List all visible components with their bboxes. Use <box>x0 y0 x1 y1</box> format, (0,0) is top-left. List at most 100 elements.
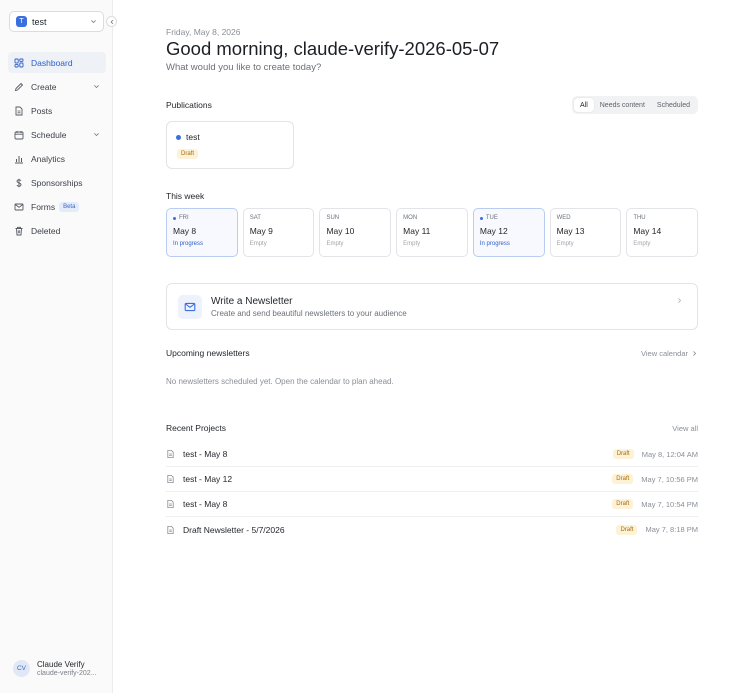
write-newsletter-card[interactable]: Write a Newsletter Create and send beaut… <box>166 283 698 330</box>
bar-chart-icon <box>15 155 23 163</box>
project-name: test - May 12 <box>183 474 233 484</box>
project-name: Draft Newsletter - 5/7/2026 <box>183 524 285 535</box>
recent-projects-title: Recent Projects <box>166 423 226 433</box>
sidebar-item-schedule[interactable]: Schedule <box>8 124 106 145</box>
publication-card[interactable]: test Draft <box>166 121 294 169</box>
day-card[interactable]: SAT May 9 Empty <box>242 208 315 257</box>
view-calendar-link[interactable]: View calendar <box>641 349 698 358</box>
day-card[interactable]: SUN May 10 Empty <box>319 208 392 257</box>
chevron-down-icon <box>94 85 99 89</box>
sidebar-item-dashboard[interactable]: Dashboard <box>8 52 106 73</box>
day-name-row: FRI <box>173 215 231 221</box>
project-timestamp: May 7, 10:54 PM <box>641 499 698 509</box>
day-status: Empty <box>403 241 421 247</box>
chevron-right-icon <box>693 351 697 356</box>
project-name: test - May 8 <box>183 499 228 509</box>
sidebar-item-label: Schedule <box>31 129 67 140</box>
view-all-link[interactable]: View all <box>672 424 698 433</box>
day-card[interactable]: TUE May 12 In progress <box>472 208 545 257</box>
day-status: Empty <box>249 241 267 247</box>
collapse-sidebar-button[interactable] <box>106 16 117 27</box>
day-card[interactable]: WED May 13 Empty <box>549 208 622 257</box>
sidebar-nav: Dashboard Create Posts Schedule Analytic… <box>8 52 106 244</box>
upcoming-title: Upcoming newsletters <box>166 348 250 358</box>
day-name: FRI <box>179 215 189 221</box>
day-date: May 8 <box>173 226 197 236</box>
day-name: MON <box>403 215 418 221</box>
status-badge: Draft <box>177 149 199 159</box>
write-title: Write a Newsletter <box>211 296 293 307</box>
user-email: claude-verify-202... <box>37 670 97 677</box>
filter-needs-content[interactable]: Needs content <box>594 98 651 112</box>
week-strip: FRI May 8 In progress SAT May 9 Empty SU… <box>166 208 699 257</box>
day-date: May 12 <box>479 226 508 236</box>
recent-projects-list: test - May 8 Draft May 8, 12:04 AM test … <box>166 442 698 542</box>
project-timestamp: May 7, 8:18 PM <box>645 525 698 534</box>
table-row[interactable]: test - May 12 Draft May 7, 10:56 PM <box>166 467 698 492</box>
day-date: May 11 <box>403 226 431 236</box>
current-date: Friday, May 8, 2026 <box>166 27 241 37</box>
day-date: May 10 <box>326 226 355 236</box>
page-subtitle: What would you like to create today? <box>166 62 322 73</box>
sidebar-item-posts[interactable]: Posts <box>8 100 106 121</box>
project-name: test - May 8 <box>183 449 228 459</box>
sidebar-item-label: Dashboard <box>31 57 73 68</box>
day-name-row: TUE <box>479 215 538 221</box>
day-status: Empty <box>633 241 651 247</box>
sidebar-item-analytics[interactable]: Analytics <box>8 148 106 169</box>
sidebar-item-label: Create <box>31 81 57 92</box>
avatar: CV <box>13 660 30 677</box>
day-card[interactable]: FRI May 8 In progress <box>166 208 238 257</box>
this-week-title: This week <box>166 191 205 201</box>
sidebar-item-label: Sponsorships <box>31 177 83 188</box>
publications-title: Publications <box>166 100 212 110</box>
table-row[interactable]: test - May 8 Draft May 8, 12:04 AM <box>166 442 698 467</box>
day-name: WED <box>556 215 571 221</box>
document-icon <box>15 106 23 115</box>
status-dot <box>176 135 181 140</box>
user-profile[interactable]: CV Claude Verify claude-verify-202... <box>13 660 97 677</box>
project-timestamp: May 7, 10:56 PM <box>641 474 698 484</box>
document-icon <box>167 474 174 484</box>
status-dot <box>479 216 483 220</box>
sidebar-item-deleted[interactable]: Deleted <box>8 220 106 241</box>
project-timestamp: May 8, 12:04 AM <box>641 449 698 459</box>
write-subtitle: Create and send beautiful newsletters to… <box>211 309 407 318</box>
filter-all[interactable]: All <box>573 98 594 112</box>
filter-scheduled[interactable]: Scheduled <box>651 98 696 112</box>
mail-icon <box>178 295 202 319</box>
day-card[interactable]: THU May 14 Empty <box>626 208 699 257</box>
sidebar-item-sponsorships[interactable]: Sponsorships <box>8 172 106 193</box>
chevron-left-icon <box>110 19 113 24</box>
sidebar-item-label: Posts <box>31 105 53 116</box>
day-date: May 14 <box>633 226 662 236</box>
view-calendar-label: View calendar <box>641 349 688 358</box>
day-card[interactable]: MON May 11 Empty <box>396 208 468 257</box>
day-date: May 9 <box>249 226 273 236</box>
day-name: SAT <box>249 215 261 221</box>
sidebar-item-forms[interactable]: Forms Beta <box>8 196 106 217</box>
status-badge: Draft <box>612 499 634 509</box>
status-badge: Draft <box>616 524 638 535</box>
beta-badge: Beta <box>59 201 80 212</box>
workspace-switcher[interactable]: T test <box>9 11 104 32</box>
day-name: THU <box>633 215 646 221</box>
sidebar-item-label: Analytics <box>31 153 66 164</box>
sidebar-item-create[interactable]: Create <box>8 76 106 97</box>
trash-icon <box>15 226 23 235</box>
pencil-icon <box>14 82 24 91</box>
document-icon <box>167 499 174 509</box>
chevron-down-icon <box>94 133 99 137</box>
status-badge: Draft <box>612 474 634 484</box>
table-row[interactable]: Draft Newsletter - 5/7/2026 Draft May 7,… <box>166 517 698 542</box>
document-icon <box>167 525 174 534</box>
table-row[interactable]: test - May 8 Draft May 7, 10:54 PM <box>166 492 698 517</box>
day-date: May 13 <box>556 226 585 236</box>
chevron-down-icon <box>91 20 96 24</box>
sidebar: T test Dashboard Create Posts Schedule A… <box>0 0 117 693</box>
workspace-name: test <box>32 16 47 27</box>
workspace-badge: T <box>16 16 27 27</box>
dashboard-icon <box>14 58 24 67</box>
status-badge: Draft <box>612 449 634 459</box>
publication-name: test <box>186 132 200 142</box>
